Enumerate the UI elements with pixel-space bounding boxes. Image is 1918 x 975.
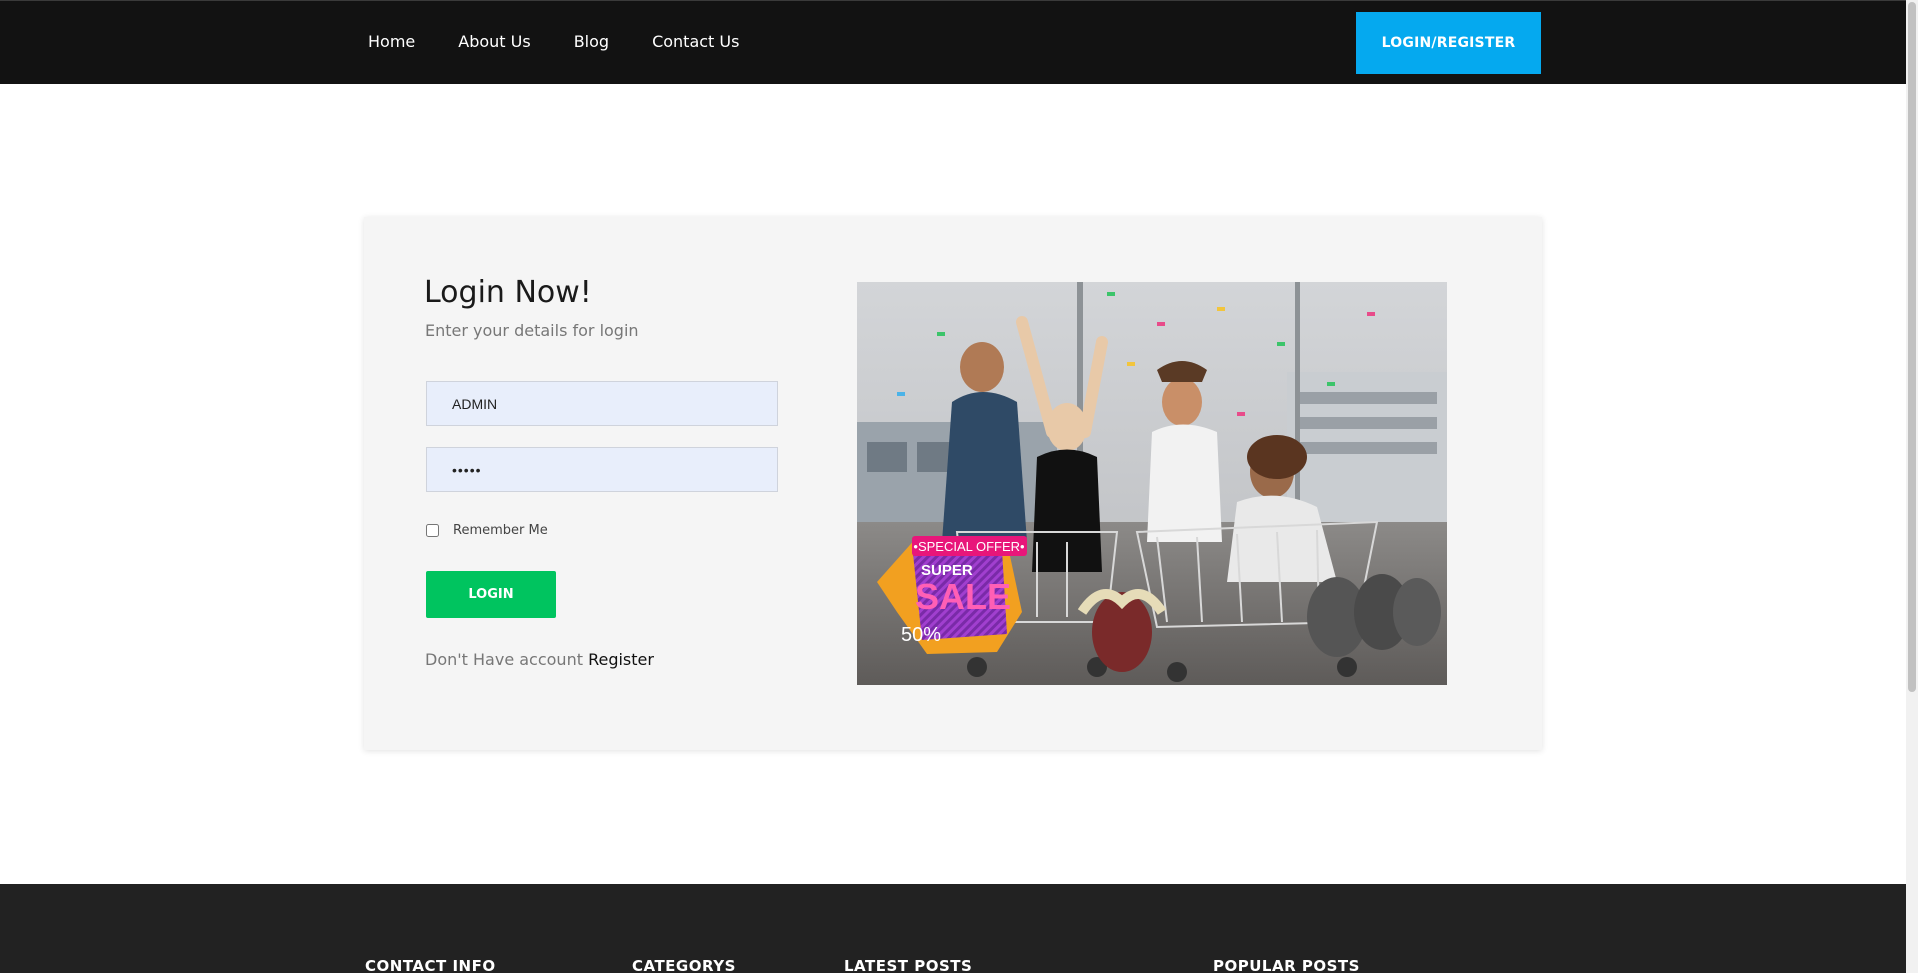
login-register-button[interactable]: LOGIN/REGISTER	[1356, 12, 1541, 74]
footer-heading-popular-posts: POPULAR POSTS	[1213, 957, 1360, 975]
nav-link-contact-us[interactable]: Contact Us	[652, 32, 739, 51]
footer-heading-contact-info: CONTACT INFO	[365, 957, 496, 975]
top-navbar: Home About Us Blog Contact Us LOGIN/REGI…	[0, 0, 1906, 84]
password-input[interactable]	[426, 447, 778, 492]
nav-link-about-us[interactable]: About Us	[458, 32, 530, 51]
login-subtitle: Enter your details for login	[425, 321, 639, 340]
register-link[interactable]: Register	[588, 650, 654, 669]
main-nav: Home About Us Blog Contact Us	[368, 1, 782, 81]
footer-heading-categorys: CATEGORYS	[632, 957, 736, 975]
remember-me-checkbox[interactable]	[426, 524, 439, 537]
page-scrollbar[interactable]	[1906, 0, 1918, 973]
login-button[interactable]: LOGIN	[426, 571, 556, 618]
remember-me-label: Remember Me	[453, 523, 548, 538]
badge-special-offer: •SPECIAL OFFER•	[913, 539, 1025, 554]
footer-heading-latest-posts: LATEST POSTS	[844, 957, 973, 975]
username-input[interactable]	[426, 381, 778, 426]
nav-link-blog[interactable]: Blog	[574, 32, 609, 51]
site-footer: CONTACT INFO CATEGORYS LATEST POSTS POPU…	[0, 884, 1906, 975]
login-card: Login Now! Enter your details for login …	[364, 217, 1542, 750]
no-account-text: Don't Have account	[425, 650, 583, 669]
login-title: Login Now!	[424, 275, 592, 310]
register-prompt: Don't Have account Register	[425, 650, 654, 669]
badge-percent: 50%	[901, 624, 941, 646]
promo-image: •SPECIAL OFFER• SUPER SALE 50%	[857, 282, 1447, 685]
nav-link-home[interactable]: Home	[368, 32, 415, 51]
scrollbar-thumb[interactable]	[1908, 2, 1916, 692]
promo-illustration: •SPECIAL OFFER• SUPER SALE 50%	[857, 282, 1447, 685]
remember-me[interactable]: Remember Me	[426, 523, 548, 538]
badge-sale: SALE	[915, 576, 1011, 617]
